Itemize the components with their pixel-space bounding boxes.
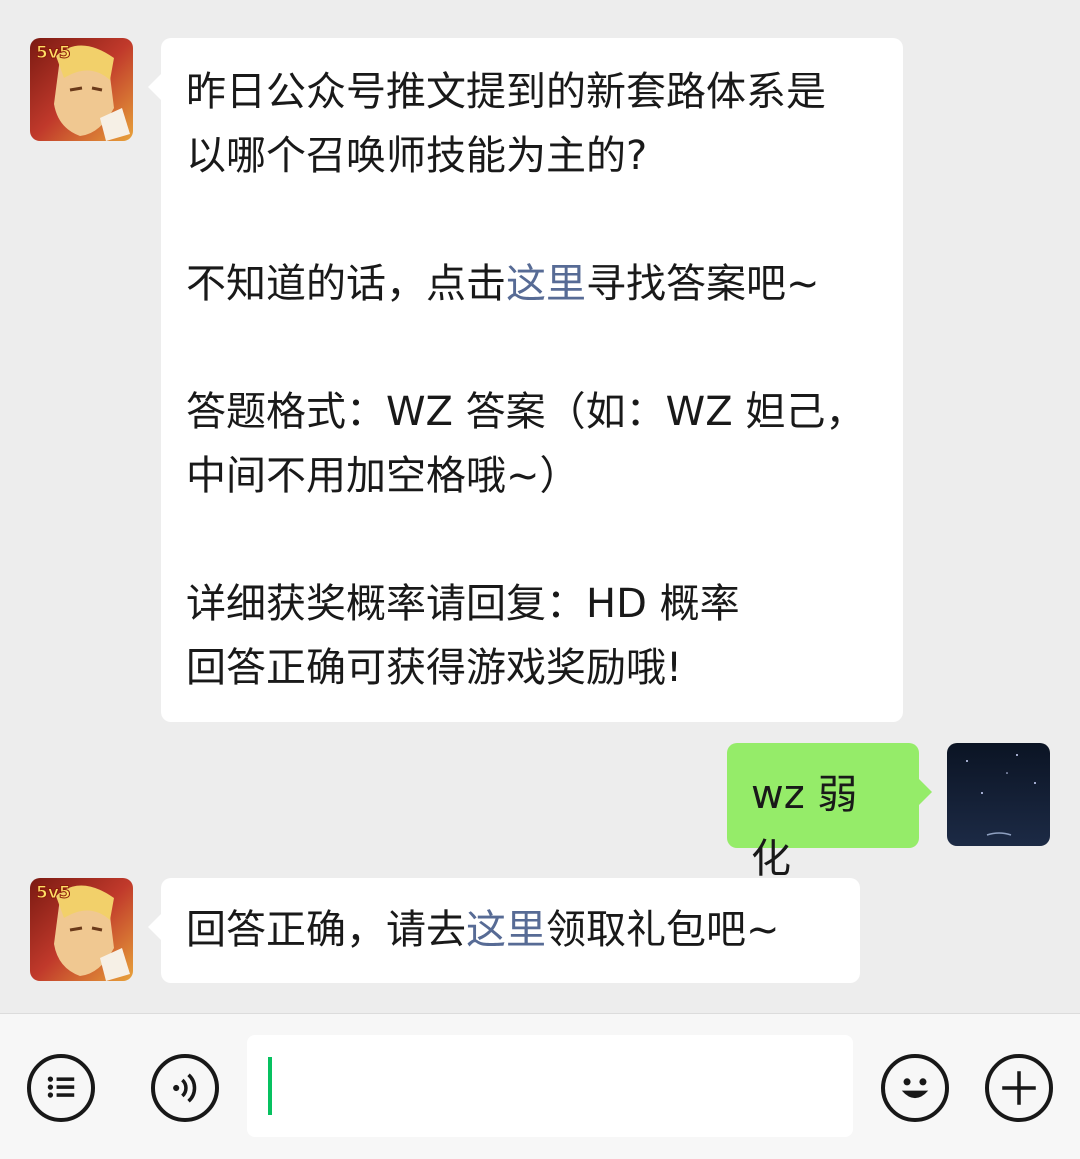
sender-avatar[interactable]: 5v5 <box>30 38 133 141</box>
message-bubble-answer[interactable]: wz 弱化 <box>727 743 932 882</box>
hint-text-after: 寻找答案吧~ <box>586 261 820 307</box>
answer-text: wz 弱化 <box>751 772 858 882</box>
message-bubble-question[interactable]: 昨日公众号推文提到的新套路体系是 以哪个召唤师技能为主的? 不知道的话，点击这里… <box>148 38 903 722</box>
game-logo-5v5-icon: 5v5 <box>30 878 133 981</box>
night-moon-avatar-icon <box>947 743 1050 846</box>
my-avatar[interactable] <box>947 743 1050 846</box>
plus-icon[interactable] <box>985 1054 1053 1122</box>
bubble-tail <box>148 74 161 100</box>
reply-text-before: 回答正确，请去 <box>186 907 466 953</box>
question-line-1: 昨日公众号推文提到的新套路体系是 <box>186 69 826 115</box>
text-caret <box>268 1057 272 1115</box>
question-line-2: 以哪个召唤师技能为主的? <box>186 133 648 179</box>
probability-line: 详细获奖概率请回复：HD 概率 <box>186 581 740 627</box>
bubble-tail <box>919 779 932 805</box>
avatar-badge-text: 5v5 <box>36 883 71 903</box>
reply-line: 回答正确，请去这里领取礼包吧~ <box>186 898 835 962</box>
emoji-icon[interactable] <box>881 1054 949 1122</box>
format-line-1: 答题格式：WZ 答案（如：WZ 妲己， <box>186 389 866 435</box>
game-logo-5v5-icon: 5v5 <box>30 38 133 141</box>
voice-icon[interactable] <box>151 1054 219 1122</box>
bubble-tail <box>148 914 161 940</box>
reward-line: 回答正确可获得游戏奖励哦! <box>186 645 683 691</box>
avatar-badge-text: 5v5 <box>36 43 71 63</box>
menu-list-icon[interactable] <box>27 1054 95 1122</box>
gift-link[interactable]: 这里 <box>466 907 546 953</box>
format-line-2: 中间不用加空格哦~） <box>186 453 580 499</box>
reply-text-after: 领取礼包吧~ <box>546 907 780 953</box>
message-input[interactable] <box>247 1035 853 1137</box>
hint-line: 不知道的话，点击这里寻找答案吧~ <box>186 252 878 316</box>
answer-link[interactable]: 这里 <box>506 261 586 307</box>
message-bubble-reply[interactable]: 回答正确，请去这里领取礼包吧~ <box>148 878 860 983</box>
sender-avatar[interactable]: 5v5 <box>30 878 133 981</box>
hint-text-before: 不知道的话，点击 <box>186 261 506 307</box>
input-bar <box>0 1013 1080 1159</box>
